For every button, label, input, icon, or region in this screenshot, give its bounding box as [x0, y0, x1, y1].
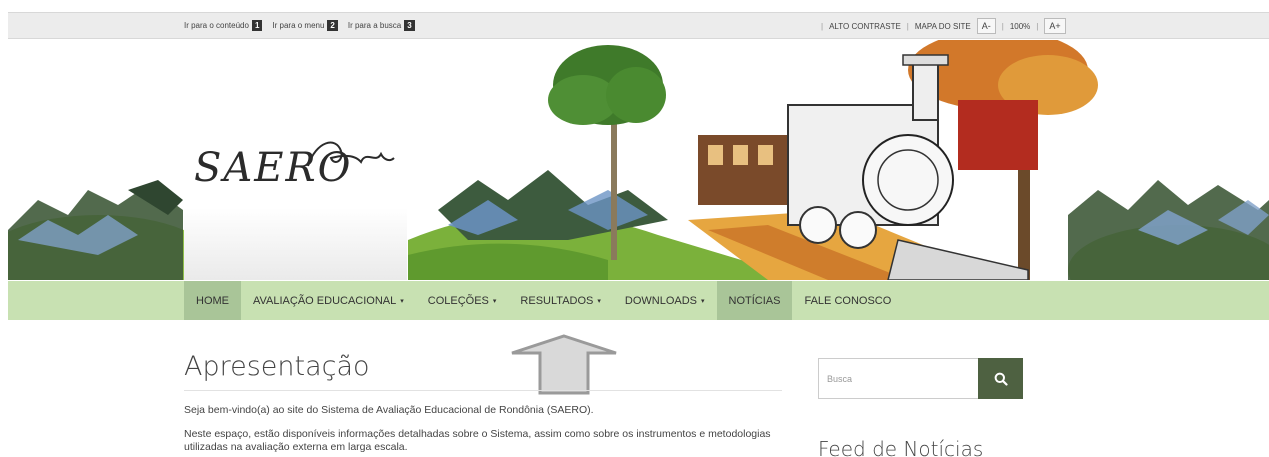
welcome-paragraph: Seja bem-vindo(a) ao site do Sistema de … — [184, 404, 594, 416]
high-contrast-link[interactable]: ALTO CONTRASTE — [829, 22, 901, 31]
logo-flourish-icon — [307, 141, 395, 167]
skip-link-label: Ir para o menu — [272, 21, 325, 30]
header-banner: SAERO — [8, 40, 1269, 280]
nav-item-label: HOME — [196, 294, 229, 307]
site-map-link[interactable]: MAPA DO SITE — [915, 22, 971, 31]
annotation-up-arrow-icon — [511, 334, 617, 395]
skip-link-key: 1 — [251, 20, 263, 31]
nav-item-resultados[interactable]: RESULTADOS ▾ — [508, 281, 612, 320]
font-increase-button[interactable]: A+ — [1044, 18, 1066, 34]
page-title: Apresentação — [184, 351, 370, 382]
news-feed-title: Feed de Notícias — [818, 437, 984, 457]
skip-link-key: 2 — [327, 20, 338, 31]
accessibility-tools: | ALTO CONTRASTE | MAPA DO SITE A- | 100… — [821, 18, 1066, 34]
nav-item-downloads[interactable]: DOWNLOADS ▾ — [613, 281, 717, 320]
chevron-down-icon: ▾ — [701, 297, 705, 305]
skip-links: Ir para o conteúdo 1 Ir para o menu 2 Ir… — [184, 20, 415, 31]
main-navigation: HOME AVALIAÇÃO EDUCACIONAL ▾ COLEÇÕES ▾ … — [8, 281, 1269, 320]
logo-area[interactable]: SAERO — [184, 40, 407, 280]
nav-item-fale-conosco[interactable]: FALE CONOSCO — [792, 281, 903, 320]
chevron-down-icon: ▾ — [492, 297, 497, 305]
skip-link-key: 3 — [404, 20, 415, 31]
nav-item-label: DOWNLOADS — [624, 294, 698, 307]
nav-item-colecoes[interactable]: COLEÇÕES ▾ — [416, 281, 509, 320]
nav-items: HOME AVALIAÇÃO EDUCACIONAL ▾ COLEÇÕES ▾ … — [184, 281, 903, 320]
skip-to-search-link[interactable]: Ir para a busca 3 — [348, 20, 415, 31]
skip-to-menu-link[interactable]: Ir para o menu 2 — [272, 20, 338, 31]
chevron-down-icon: ▾ — [597, 297, 601, 305]
title-divider — [184, 390, 782, 391]
skip-link-label: Ir para a busca — [347, 21, 402, 30]
nav-item-label: COLEÇÕES — [427, 294, 489, 307]
chevron-down-icon: ▾ — [400, 297, 404, 305]
nav-item-noticias[interactable]: NOTÍCIAS — [716, 281, 793, 320]
skip-link-label: Ir para o conteúdo — [184, 21, 249, 30]
nav-item-label: NOTÍCIAS — [728, 294, 781, 307]
search-button[interactable] — [978, 358, 1023, 399]
nav-item-home[interactable]: HOME — [184, 281, 241, 320]
nav-item-label: FALE CONOSCO — [804, 294, 892, 307]
nav-item-avaliacao-educacional[interactable]: AVALIAÇÃO EDUCACIONAL ▾ — [241, 281, 416, 320]
search-icon — [994, 372, 1008, 386]
accessibility-bar: Ir para o conteúdo 1 Ir para o menu 2 Ir… — [8, 12, 1269, 39]
zoom-level: 100% — [1009, 21, 1031, 31]
skip-to-content-link[interactable]: Ir para o conteúdo 1 — [184, 20, 263, 31]
search-input[interactable] — [818, 358, 978, 399]
nav-item-label: AVALIAÇÃO EDUCACIONAL — [253, 294, 397, 307]
description-paragraph: Neste espaço, estão disponíveis informaç… — [184, 428, 771, 453]
font-decrease-button[interactable]: A- — [976, 18, 996, 34]
nav-item-label: RESULTADOS — [520, 294, 594, 307]
